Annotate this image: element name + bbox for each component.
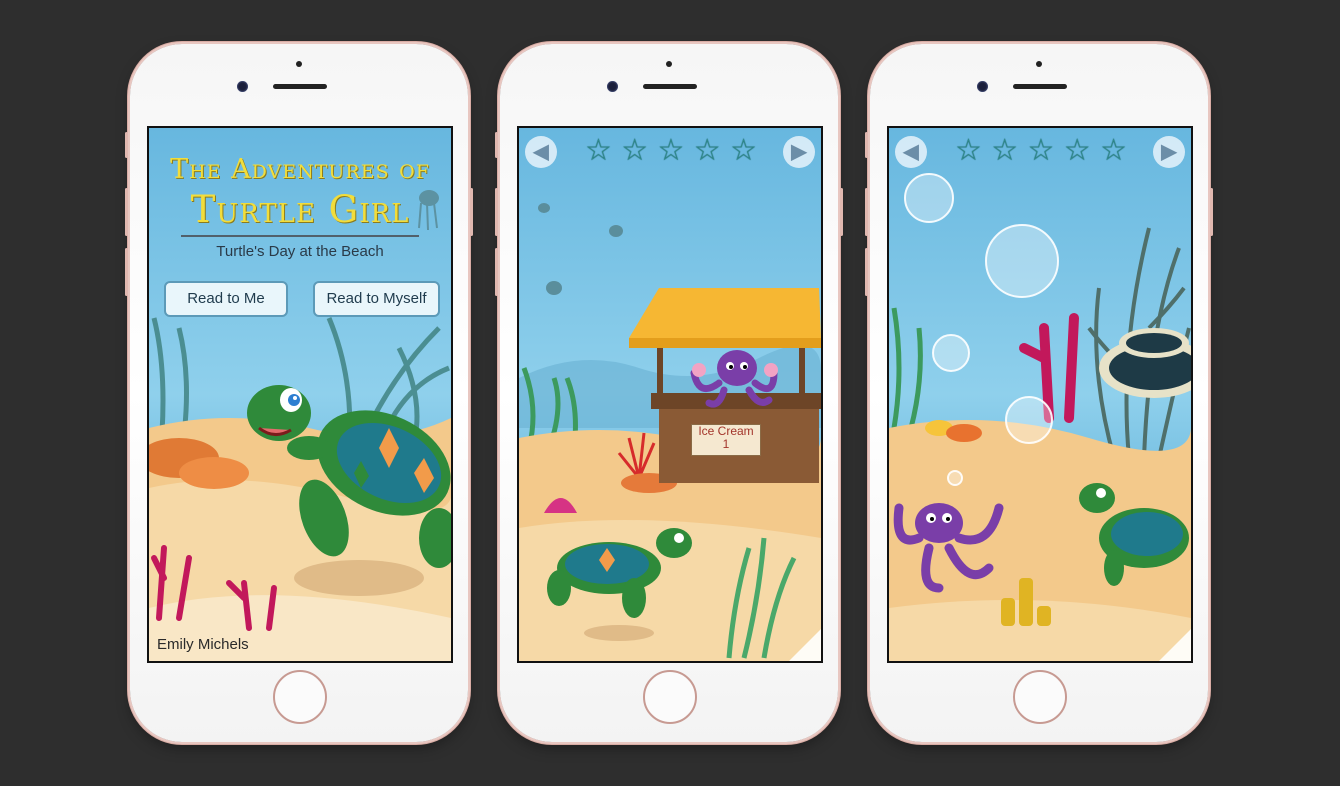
volume-up-button <box>125 188 128 236</box>
ice-cream-scene <box>519 128 821 661</box>
ice-cream-sign: Ice Cream 1 <box>691 424 761 456</box>
star-rating: ☆ ☆ ☆ ☆ ☆ <box>585 134 757 168</box>
read-to-myself-button[interactable]: Read to Myself <box>313 281 440 317</box>
star-icon: ☆ <box>585 134 612 167</box>
home-button[interactable] <box>273 670 327 724</box>
book-title-line2: Turtle Girl <box>190 188 410 231</box>
earpiece-speaker <box>1013 84 1067 89</box>
front-camera <box>977 81 988 92</box>
proximity-sensor <box>296 61 302 67</box>
read-to-me-button[interactable]: Read to Me <box>164 281 288 317</box>
star-icon: ☆ <box>1100 134 1127 167</box>
phone-cover: The Adventures of Turtle Girl Turtle's D… <box>125 44 473 742</box>
power-button <box>840 188 843 236</box>
phone-bubbles: ◀ ☆ ☆ ☆ ☆ ☆ ▶ <box>865 44 1213 742</box>
volume-up-button <box>865 188 868 236</box>
volume-up-button <box>495 188 498 236</box>
volume-down-button <box>865 248 868 296</box>
star-icon: ☆ <box>991 134 1019 167</box>
star-icon: ☆ <box>1063 134 1091 167</box>
book-subtitle: Turtle's Day at the Beach <box>216 243 384 260</box>
arrow-left-icon[interactable]: ◀ <box>895 136 927 168</box>
mute-switch <box>865 132 868 158</box>
book-title-line1: The Adventures of <box>170 154 430 185</box>
star-icon: ☆ <box>621 134 649 167</box>
earpiece-speaker <box>273 84 327 89</box>
mute-switch <box>495 132 498 158</box>
arrow-right-icon[interactable]: ▶ <box>783 136 815 168</box>
star-icon: ☆ <box>693 134 721 167</box>
volume-down-button <box>125 248 128 296</box>
title-divider <box>181 235 419 237</box>
story-screen-bubbles: ◀ ☆ ☆ ☆ ☆ ☆ ▶ <box>887 126 1193 663</box>
phone-ice-cream: ◀ ☆ ☆ ☆ ☆ ☆ ▶ Ice Cream 1 <box>495 44 843 742</box>
cover-screen: The Adventures of Turtle Girl Turtle's D… <box>147 126 453 663</box>
mute-switch <box>125 132 128 158</box>
volume-down-button <box>495 248 498 296</box>
front-camera <box>237 81 248 92</box>
app-showcase: The Adventures of Turtle Girl Turtle's D… <box>0 0 1340 786</box>
arrow-left-icon[interactable]: ◀ <box>525 136 557 168</box>
star-icon: ☆ <box>1027 134 1055 167</box>
star-icon: ☆ <box>730 134 757 167</box>
sign-text-line2: 1 <box>722 437 730 451</box>
bubbles-scene <box>889 128 1191 661</box>
front-camera <box>607 81 618 92</box>
proximity-sensor <box>1036 61 1042 67</box>
power-button <box>1210 188 1213 236</box>
home-button[interactable] <box>643 670 697 724</box>
arrow-right-icon[interactable]: ▶ <box>1153 136 1185 168</box>
star-rating: ☆ ☆ ☆ ☆ ☆ <box>955 134 1127 168</box>
power-button <box>470 188 473 236</box>
earpiece-speaker <box>643 84 697 89</box>
author-name: Emily Michels <box>157 636 249 653</box>
star-icon: ☆ <box>955 134 982 167</box>
star-icon: ☆ <box>657 134 685 167</box>
proximity-sensor <box>666 61 672 67</box>
story-screen-ice-cream: ◀ ☆ ☆ ☆ ☆ ☆ ▶ Ice Cream 1 <box>517 126 823 663</box>
home-button[interactable] <box>1013 670 1067 724</box>
